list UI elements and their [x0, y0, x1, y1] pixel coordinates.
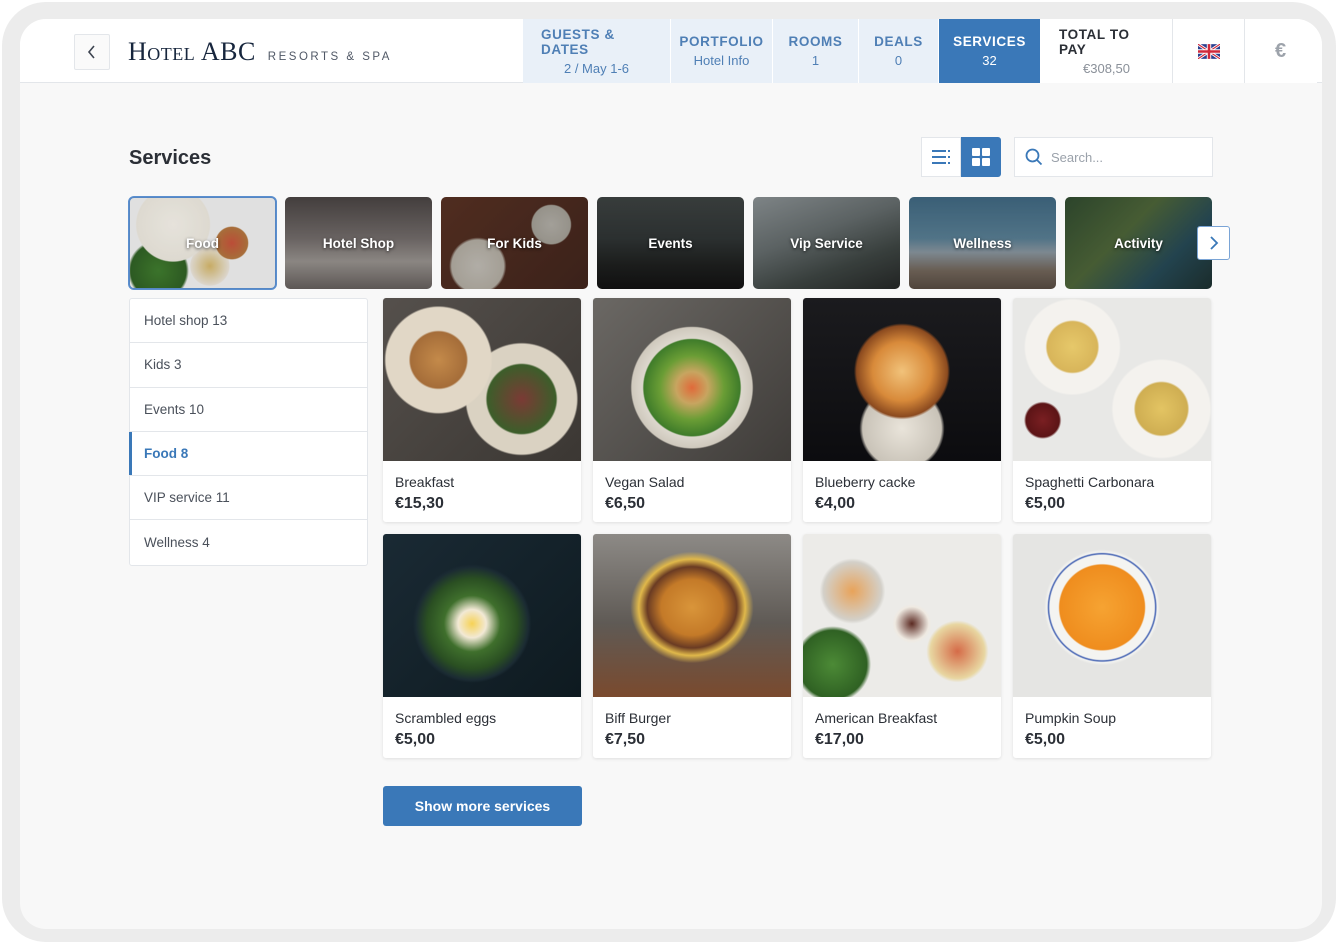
top-header: Hotel ABC RESORTS & SPA GUESTS & DATES 2…	[20, 19, 1322, 83]
uk-flag-icon	[1197, 43, 1220, 59]
nav-portfolio[interactable]: PORTFOLIO Hotel Info	[671, 19, 773, 83]
service-card[interactable]: Scrambled eggs €5,00	[383, 534, 581, 758]
category-label: Hotel Shop	[322, 235, 395, 251]
service-price: €5,00	[1025, 731, 1066, 748]
chevron-left-icon	[87, 45, 95, 59]
nav-value: 1	[811, 53, 820, 68]
category-carousel: Food Hotel Shop For Kids Events Vip Serv…	[128, 196, 1212, 290]
search-input[interactable]	[1051, 149, 1201, 165]
category-label: Vip Service	[790, 235, 863, 251]
category-label: Wellness	[953, 235, 1012, 251]
category-vip-service[interactable]: Vip Service	[753, 197, 900, 289]
nav-label: GUESTS & DATES	[541, 26, 615, 57]
service-card[interactable]: Spaghetti Carbonara €5,00	[1013, 298, 1211, 522]
service-name: Pumpkin Soup	[1025, 710, 1117, 726]
service-price: €15,30	[395, 495, 444, 512]
service-name: Blueberry cacke	[815, 474, 916, 490]
search-box	[1014, 137, 1213, 177]
service-grid: Breakfast €15,30 Vegan Salad €6,50 Blueb…	[383, 298, 1211, 758]
service-name: Spaghetti Carbonara	[1025, 474, 1155, 490]
service-name: Biff Burger	[605, 710, 671, 726]
service-price: €5,00	[395, 731, 436, 748]
show-more-services-button[interactable]: Show more services	[383, 786, 582, 826]
category-hotel-shop[interactable]: Hotel Shop	[285, 197, 432, 289]
hotel-logo[interactable]: Hotel ABC RESORTS & SPA	[128, 37, 392, 67]
nav-label: PORTFOLIO	[679, 34, 764, 49]
service-card[interactable]: Pumpkin Soup €5,00	[1013, 534, 1211, 758]
logo-title: Hotel ABC	[128, 37, 256, 66]
nav-services[interactable]: SERVICES 32	[939, 19, 1041, 83]
carousel-next-button[interactable]	[1197, 226, 1230, 260]
service-card[interactable]: Breakfast €15,30	[383, 298, 581, 522]
app-screen: Hotel ABC RESORTS & SPA GUESTS & DATES 2…	[20, 19, 1322, 929]
service-card[interactable]: Blueberry cacke €4,00	[803, 298, 1001, 522]
grid-view-icon	[972, 148, 990, 166]
list-item-kids[interactable]: Kids 3	[130, 343, 367, 388]
service-price: €6,50	[605, 495, 646, 512]
category-events[interactable]: Events	[597, 197, 744, 289]
list-item-events[interactable]: Events 10	[130, 388, 367, 432]
nav-value: 32	[982, 53, 997, 68]
nav-deals[interactable]: DEALS 0	[859, 19, 939, 83]
category-label: Activity	[1114, 235, 1163, 251]
service-price: €4,00	[815, 495, 856, 512]
service-card[interactable]: Biff Burger €7,50	[593, 534, 791, 758]
category-label: Events	[648, 235, 693, 251]
currency-selector[interactable]: €	[1245, 19, 1317, 83]
list-item-wellness[interactable]: Wellness 4	[130, 520, 367, 564]
category-activity[interactable]: Activity	[1065, 197, 1212, 289]
service-price: €7,50	[605, 731, 646, 748]
nav-guests-dates[interactable]: GUESTS & DATES 2 / May 1-6	[523, 19, 671, 83]
nav-rooms[interactable]: ROOMS 1	[773, 19, 859, 83]
service-image	[1013, 534, 1211, 697]
list-view-button[interactable]	[921, 137, 961, 177]
nav-value: 2 / May 1-6	[563, 60, 630, 76]
service-image	[383, 298, 581, 461]
list-item-vip-service[interactable]: VIP service 11	[130, 476, 367, 521]
total-value: €308,50	[1083, 60, 1130, 76]
device-frame: Hotel ABC RESORTS & SPA GUESTS & DATES 2…	[2, 2, 1336, 942]
list-item-hotel-shop[interactable]: Hotel shop 13	[130, 299, 367, 344]
nav-value: Hotel Info	[693, 53, 750, 68]
view-toggle	[921, 137, 1001, 177]
total-label: TOTAL TO PAY	[1059, 26, 1130, 57]
service-image	[593, 534, 791, 697]
list-item-food[interactable]: Food 8	[129, 431, 367, 477]
chevron-right-icon	[1209, 236, 1218, 250]
logo-subtitle: RESORTS & SPA	[267, 51, 392, 63]
back-button[interactable]	[74, 34, 110, 70]
euro-icon: €	[1274, 39, 1287, 62]
category-wellness[interactable]: Wellness	[909, 197, 1056, 289]
list-view-icon	[932, 150, 950, 164]
service-image	[803, 298, 1001, 461]
service-name: Vegan Salad	[605, 474, 685, 490]
service-image	[803, 534, 1001, 697]
service-name: Breakfast	[395, 474, 455, 490]
service-card[interactable]: Vegan Salad €6,50	[593, 298, 791, 522]
category-label: For Kids	[487, 235, 542, 251]
service-price: €5,00	[1025, 495, 1066, 512]
category-for-kids[interactable]: For Kids	[441, 197, 588, 289]
total-to-pay[interactable]: TOTAL TO PAY €308,50	[1041, 19, 1173, 83]
service-name: American Breakfast	[815, 710, 938, 726]
language-selector[interactable]	[1173, 19, 1245, 83]
search-icon	[1025, 148, 1043, 166]
category-food[interactable]: Food	[128, 196, 277, 290]
page-title: Services	[129, 147, 212, 169]
service-image	[383, 534, 581, 697]
service-image	[593, 298, 791, 461]
booking-steps-nav: GUESTS & DATES 2 / May 1-6 PORTFOLIO Hot…	[523, 19, 1317, 83]
service-category-list: Hotel shop 13 Kids 3 Events 10 Food 8 VI…	[129, 298, 368, 566]
nav-label: DEALS	[874, 34, 923, 49]
nav-label: ROOMS	[788, 34, 843, 49]
nav-value: 0	[894, 53, 903, 68]
category-label: Food	[186, 235, 219, 251]
service-price: €17,00	[815, 731, 864, 748]
service-name: Scrambled eggs	[395, 710, 497, 726]
service-card[interactable]: American Breakfast €17,00	[803, 534, 1001, 758]
nav-label: SERVICES	[953, 34, 1026, 49]
service-image	[1013, 298, 1211, 461]
grid-view-button[interactable]	[961, 137, 1001, 177]
